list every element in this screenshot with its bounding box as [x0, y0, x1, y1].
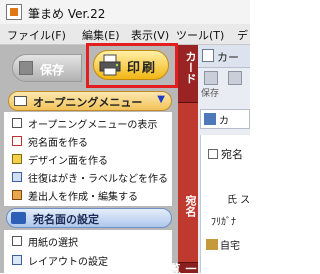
address-settings-list: 用紙の選択 レイアウトの設定 [4, 230, 172, 273]
list-item[interactable]: 差出人を作成・編集する [4, 186, 172, 204]
tool-icon [228, 71, 242, 85]
list-item-label: 宛名面を作る [28, 138, 88, 149]
card-save-label: 保存 [201, 89, 220, 99]
window-title: 筆まめ Ver.22 [28, 7, 106, 21]
home-address-label[interactable]: 自宅 [220, 237, 240, 252]
tab-list[interactable]: 一覧表 [152, 263, 198, 274]
list-item-label: デザイン面を作る [28, 156, 108, 167]
list-item[interactable]: 用紙の選択 [4, 232, 172, 250]
floppy-disk-icon [204, 71, 218, 85]
list-item-label: オープニングメニューの表示 [28, 120, 158, 131]
fudemame-app-icon [6, 4, 22, 20]
list-item-label: 用紙の選択 [28, 238, 78, 249]
opening-menu-title: オープニングメニュー [33, 96, 143, 109]
menu-data[interactable]: デ [237, 27, 248, 43]
menu-page-icon [12, 118, 22, 128]
tab-card-label: カード [184, 51, 197, 84]
list-item-label: 差出人を作成・編集する [28, 192, 138, 203]
sender-icon [12, 190, 22, 200]
list-item[interactable]: レイアウトの設定 [4, 251, 172, 269]
card-form: 宛名 氏 ス ﾌﾘｶﾞﾅ 自宅 [200, 135, 251, 273]
list-item[interactable]: デザイン面を作る [4, 150, 172, 168]
postcard-icon [12, 172, 22, 182]
print-button-label: 印刷 [127, 61, 158, 76]
menu-tools[interactable]: ツール(T) [176, 27, 224, 43]
menu-edit[interactable]: 編集(E) [82, 27, 120, 43]
card-icon [202, 49, 214, 62]
kana-field-label: ﾌﾘｶﾞﾅ [211, 217, 236, 228]
title-bar: 筆まめ Ver.22 [0, 0, 250, 25]
floppy-disk-icon [19, 61, 33, 75]
menu-view[interactable]: 表示(V) [131, 27, 169, 43]
tab-list-label: 一覧表 [152, 263, 197, 274]
card-stack-icon [204, 113, 216, 125]
list-item-label: レイアウトの設定 [28, 257, 108, 268]
tab-address[interactable]: 宛名 [178, 103, 198, 263]
print-button[interactable]: 印刷 [93, 50, 169, 80]
address-page-icon [12, 136, 22, 146]
design-page-icon [12, 154, 22, 164]
address-settings-header[interactable]: 宛名面の設定 [6, 208, 172, 228]
list-item[interactable]: 宛名面を作る [4, 132, 172, 150]
name-field-label: 氏 ス [227, 195, 251, 206]
address-settings-title: 宛名面の設定 [33, 213, 99, 226]
save-button-label: 保存 [40, 63, 65, 77]
card-selector[interactable]: カ [200, 109, 250, 129]
side-tabs: カード 宛名 一覧表 [152, 45, 198, 274]
home-icon [206, 239, 218, 250]
triangle-down-icon: ▼ [157, 94, 165, 105]
tab-card[interactable]: カード [178, 45, 198, 103]
address-checkbox-label: 宛名 [221, 148, 243, 161]
card-panel: カー 保存 カ 宛名 氏 ス ﾌﾘｶﾞﾅ 自宅 [198, 45, 251, 273]
card-tool-button[interactable] [224, 71, 246, 101]
card-save-button[interactable]: 保存 [200, 71, 222, 101]
list-item[interactable]: オープニングメニューの表示 [4, 114, 172, 132]
tab-address-label: 宛名 [184, 195, 197, 217]
opening-menu-header[interactable]: オープニングメニュー ▼ [8, 91, 172, 111]
menu-file[interactable]: ファイル(F) [7, 27, 66, 43]
printer-icon [99, 54, 121, 76]
envelope-icon [14, 96, 27, 106]
menu-bar: ファイル(F) 編集(E) 表示(V) ツール(T) デ [0, 24, 250, 45]
list-item[interactable]: 往復はがき・ラベルなどを作る [4, 168, 172, 186]
paper-icon [12, 236, 22, 246]
address-settings-icon [11, 212, 26, 224]
layout-icon [12, 255, 22, 265]
card-panel-header: カー [198, 45, 250, 68]
address-checkbox[interactable] [208, 149, 218, 159]
opening-menu-list: オープニングメニューの表示 宛名面を作る デザイン面を作る 往復はがき・ラベルな… [4, 112, 172, 206]
card-panel-title: カー [217, 51, 239, 64]
list-item-label: 往復はがき・ラベルなどを作る [28, 174, 168, 185]
save-button[interactable]: 保存 [12, 54, 82, 82]
card-selector-label: カ [219, 116, 229, 127]
